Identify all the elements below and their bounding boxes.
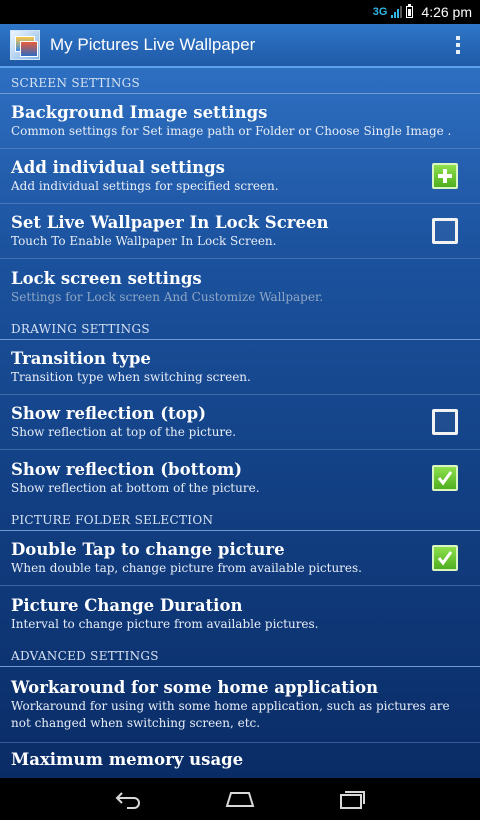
plus-icon[interactable]: [432, 163, 458, 189]
pref-title: Maximum memory usage: [11, 750, 244, 769]
pref-title: Show reflection (top): [11, 404, 207, 423]
settings-list[interactable]: SCREEN SETTINGS Background Image setting…: [0, 68, 480, 778]
status-bar: 3G 4:26 pm: [0, 0, 480, 24]
section-header-picture-folder-selection: PICTURE FOLDER SELECTION: [0, 505, 480, 531]
pref-summary: Interval to change picture from availabl…: [11, 616, 319, 631]
section-header-screen-settings: SCREEN SETTINGS: [0, 68, 480, 94]
recent-apps-icon[interactable]: [330, 784, 374, 814]
pref-title: Set Live Wallpaper In Lock Screen: [11, 213, 329, 232]
action-bar: My Pictures Live Wallpaper: [0, 24, 480, 68]
pref-picture-change-duration[interactable]: Picture Change Duration Interval to chan…: [0, 586, 480, 641]
pref-transition-type[interactable]: Transition type Transition type when swi…: [0, 340, 480, 395]
double-tap-checkbox[interactable]: [432, 545, 458, 571]
pref-set-live-wallpaper-lock-screen[interactable]: Set Live Wallpaper In Lock Screen Touch …: [0, 204, 480, 259]
signal-icon: [391, 6, 403, 18]
pref-summary: When double tap, change picture from ava…: [11, 561, 362, 575]
back-icon[interactable]: [106, 784, 150, 814]
lock-wallpaper-checkbox[interactable]: [432, 218, 458, 244]
pref-summary: Workaround for using with some home appl…: [11, 699, 450, 730]
pref-title: Lock screen settings: [11, 268, 202, 288]
pref-summary: Settings for Lock screen And Customize W…: [11, 289, 324, 304]
reflection-bottom-checkbox[interactable]: [432, 464, 458, 491]
section-header-drawing-settings: DRAWING SETTINGS: [0, 314, 480, 340]
pref-double-tap-change-picture[interactable]: Double Tap to change picture When double…: [0, 531, 480, 586]
pref-maximum-memory-usage[interactable]: Maximum memory usage: [0, 743, 480, 778]
home-icon[interactable]: [218, 784, 262, 814]
pref-summary: Common settings for Set image path or Fo…: [11, 124, 452, 138]
pref-show-reflection-bottom[interactable]: Show reflection (bottom) Show reflection…: [0, 450, 480, 505]
pref-title: Add individual settings: [11, 158, 225, 177]
app-title: My Pictures Live Wallpaper: [50, 35, 256, 54]
navigation-bar: [0, 778, 480, 820]
pref-show-reflection-top[interactable]: Show reflection (top) Show reflection at…: [0, 395, 480, 450]
pref-summary: Add individual settings for specified sc…: [11, 179, 279, 193]
status-time: 4:26 pm: [421, 4, 472, 20]
pref-summary: Touch To Enable Wallpaper In Lock Screen…: [11, 234, 277, 248]
pref-title: Transition type: [11, 349, 151, 368]
pref-add-individual-settings[interactable]: Add individual settings Add individual s…: [0, 149, 480, 204]
pref-background-image-settings[interactable]: Background Image settings Common setting…: [0, 94, 480, 149]
pref-summary: Show reflection at top of the picture.: [11, 425, 237, 439]
pref-summary: Show reflection at bottom of the picture…: [11, 480, 260, 495]
pref-title: Show reflection (bottom): [11, 459, 243, 479]
network-type: 3G: [372, 6, 388, 18]
pref-title: Workaround for some home application: [11, 678, 379, 697]
pref-title: Picture Change Duration: [11, 595, 243, 615]
pref-title: Double Tap to change picture: [11, 540, 285, 559]
pref-lock-screen-settings[interactable]: Lock screen settings Settings for Lock s…: [0, 259, 480, 314]
overflow-menu-icon[interactable]: [446, 30, 470, 60]
pref-workaround-home-application[interactable]: Workaround for some home application Wor…: [0, 667, 480, 743]
app-icon[interactable]: [10, 30, 40, 60]
battery-icon: [406, 4, 414, 18]
checkmark-icon: [437, 470, 453, 485]
section-header-advanced-settings: ADVANCED SETTINGS: [0, 641, 480, 667]
pref-summary: Transition type when switching screen.: [11, 370, 251, 384]
pref-title: Background Image settings: [11, 103, 268, 122]
checkmark-icon: [437, 551, 453, 566]
reflection-top-checkbox[interactable]: [432, 409, 458, 435]
